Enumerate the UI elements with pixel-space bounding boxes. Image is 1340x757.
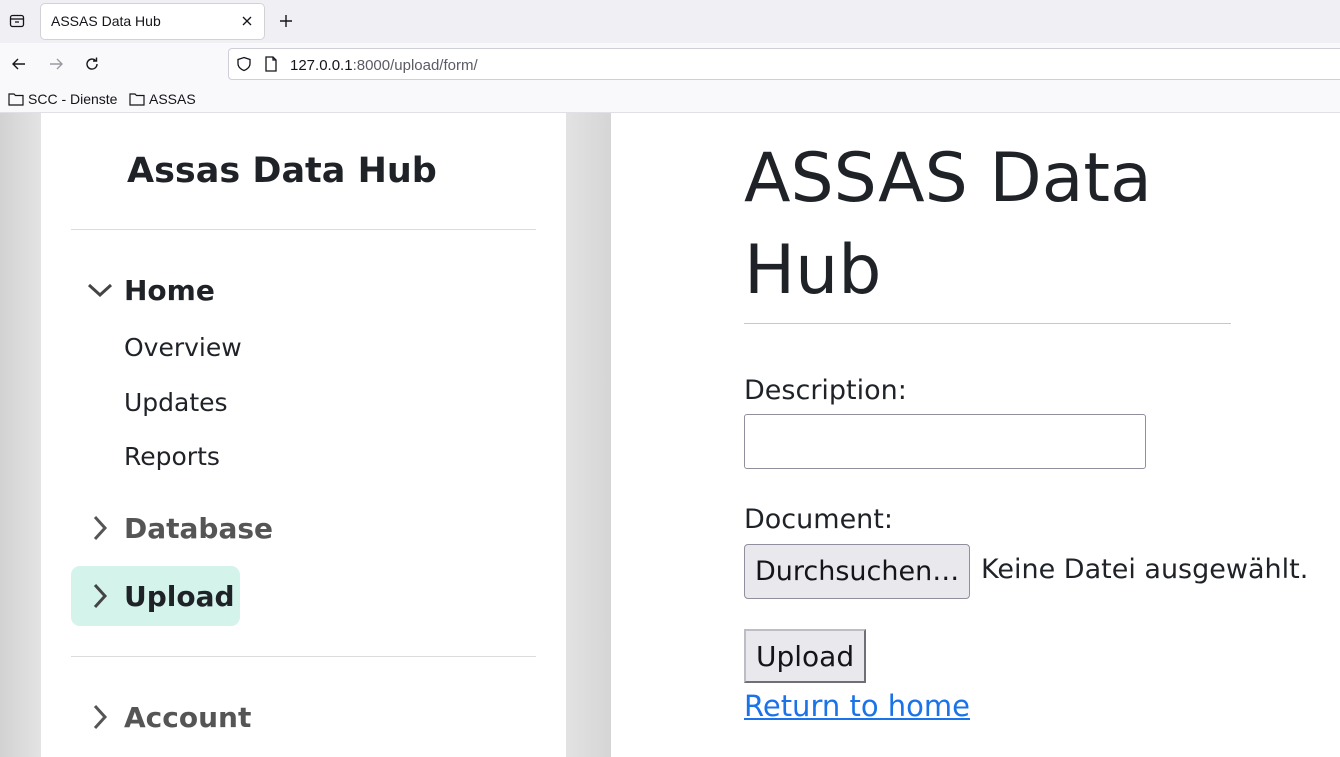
back-arrow-icon[interactable] xyxy=(8,53,30,75)
url-bar[interactable]: 127.0.0.1:8000/upload/form/ xyxy=(228,48,1340,80)
shield-icon[interactable] xyxy=(236,56,252,76)
sidebar-item-updates[interactable]: Updates xyxy=(124,388,228,417)
sidebar-item-label: Account xyxy=(124,700,252,734)
close-tab-icon[interactable] xyxy=(240,13,254,29)
browser-tab[interactable]: ASSAS Data Hub xyxy=(41,4,264,39)
page-viewport: Assas Data Hub Home Overview Updates Rep… xyxy=(0,113,1340,757)
browser-tabstrip: ASSAS Data Hub xyxy=(0,0,1340,43)
sidebar-item-label: Home xyxy=(124,273,215,307)
return-home-link[interactable]: Return to home xyxy=(744,689,970,723)
folder-icon xyxy=(8,93,24,106)
sidebar-item-reports[interactable]: Reports xyxy=(124,442,220,471)
sidebar-item-label: Database xyxy=(124,511,274,545)
forward-arrow-icon[interactable] xyxy=(45,53,67,75)
url-text[interactable]: 127.0.0.1:8000/upload/form/ xyxy=(290,57,478,74)
url-host: 127.0.0.1 xyxy=(290,57,353,74)
browse-file-button[interactable]: Durchsuchen… xyxy=(744,544,971,599)
chevron-right-icon xyxy=(87,515,113,541)
sidebar-item-label: Upload xyxy=(124,579,235,613)
chevron-down-icon xyxy=(87,277,113,303)
description-label: Description: xyxy=(744,375,907,406)
bookmark-scc-dienste[interactable]: SCC - Dienste xyxy=(8,89,117,109)
sidebar: Assas Data Hub Home Overview Updates Rep… xyxy=(41,113,566,757)
tab-list-icon[interactable] xyxy=(6,10,28,32)
bookmarks-bar: SCC - Dienste ASSAS xyxy=(0,85,1340,113)
tab-title: ASSAS Data Hub xyxy=(51,13,161,29)
bookmark-label: ASSAS xyxy=(149,91,196,107)
bookmark-label: SCC - Dienste xyxy=(28,91,118,107)
bookmark-assas[interactable]: ASSAS xyxy=(129,89,196,109)
chevron-right-icon xyxy=(87,583,113,609)
folder-icon xyxy=(129,93,145,106)
page-title: ASSAS Data Hub xyxy=(744,139,1152,310)
sidebar-item-upload[interactable]: Upload xyxy=(71,566,240,626)
title-divider xyxy=(744,323,1231,324)
main-content: ASSAS Data Hub Description: Document: Du… xyxy=(611,113,1340,757)
sidebar-item-account[interactable]: Account xyxy=(71,687,291,747)
page-icon[interactable] xyxy=(264,56,278,76)
chevron-right-icon xyxy=(87,704,113,730)
sidebar-divider xyxy=(71,229,536,230)
sidebar-item-database[interactable]: Database xyxy=(71,498,291,558)
document-label: Document: xyxy=(744,504,893,535)
description-input[interactable] xyxy=(744,414,1146,469)
sidebar-item-overview[interactable]: Overview xyxy=(124,333,242,362)
url-path: :8000/upload/form/ xyxy=(352,57,478,74)
brand-title[interactable]: Assas Data Hub xyxy=(127,151,437,191)
file-status-text: Keine Datei ausgewählt. xyxy=(981,554,1309,585)
upload-button[interactable]: Upload xyxy=(744,629,867,683)
sidebar-divider xyxy=(71,656,536,657)
browser-navbar: 127.0.0.1:8000/upload/form/ xyxy=(0,43,1340,85)
new-tab-icon[interactable] xyxy=(276,11,296,31)
reload-icon[interactable] xyxy=(81,53,103,75)
sidebar-item-home[interactable]: Home xyxy=(71,260,271,320)
